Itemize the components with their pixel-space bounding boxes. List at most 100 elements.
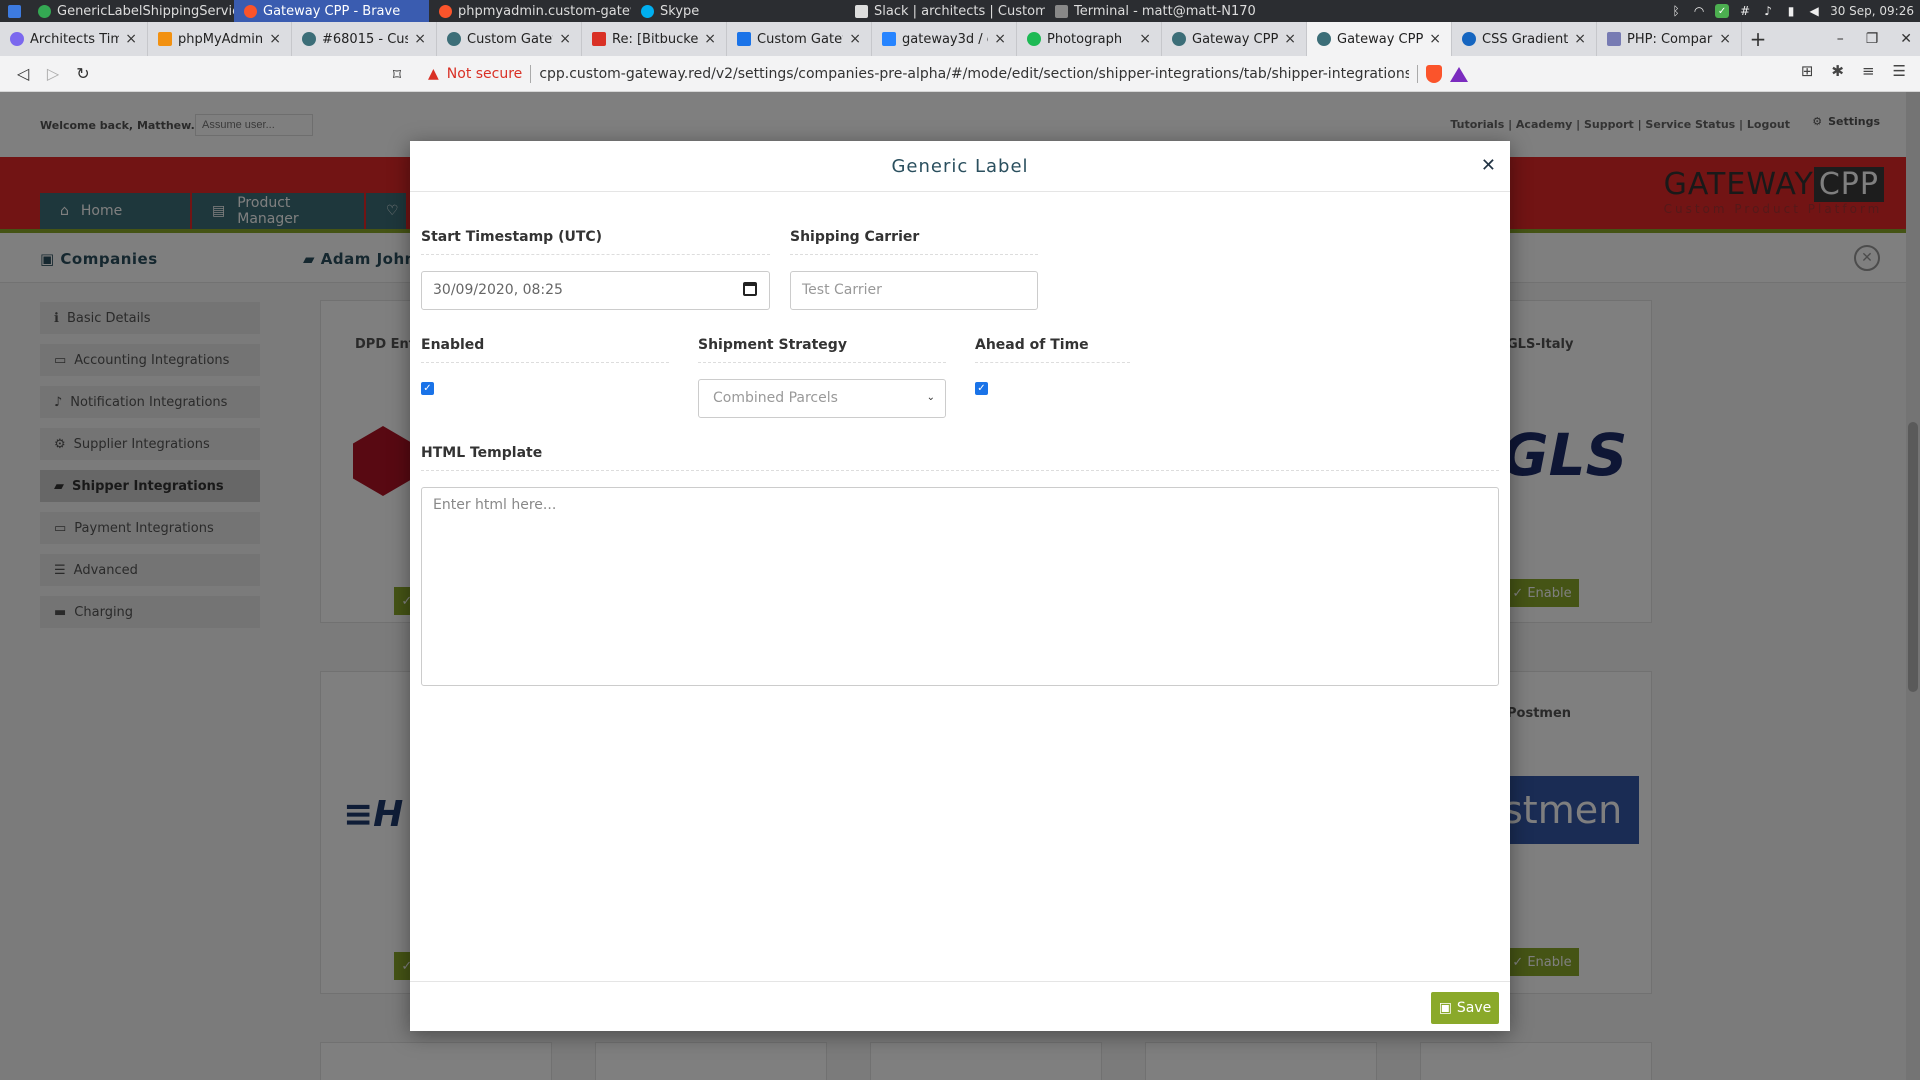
bell-icon[interactable]: ♪ xyxy=(1761,4,1775,18)
forward-button[interactable]: ▷ xyxy=(38,59,68,89)
tab-label: Custom Gatewa xyxy=(467,31,553,47)
warning-icon: ▲ xyxy=(428,66,439,82)
save-button[interactable]: ▣ Save xyxy=(1431,992,1499,1024)
slack-tray-icon[interactable]: # xyxy=(1738,4,1752,18)
url-text[interactable]: cpp.custom-gateway.red/v2/settings/compa… xyxy=(539,66,1409,82)
terminal-icon xyxy=(1055,4,1068,18)
tab-close-icon[interactable]: × xyxy=(1719,31,1731,47)
browser-tab[interactable]: Custom Gatewa × xyxy=(727,22,872,56)
tab-close-icon[interactable]: × xyxy=(269,31,281,47)
minimize-icon[interactable]: – xyxy=(1837,31,1844,47)
playlist-icon[interactable]: ≡ xyxy=(1862,62,1875,80)
task-item[interactable]: phpmyadmin.custom-gatew... xyxy=(429,0,631,22)
start-timestamp-input[interactable]: 30/09/2020, 08:25 xyxy=(421,271,770,310)
task-item[interactable]: Skype xyxy=(631,0,845,22)
task-item[interactable]: Terminal - matt@matt-N170... xyxy=(1045,0,1255,22)
browser-tab[interactable]: phpMyAdmin × xyxy=(148,22,292,56)
window-controls: – ❐ ✕ xyxy=(1837,22,1912,56)
tab-label: phpMyAdmin xyxy=(178,31,264,47)
task-item-active[interactable]: Gateway CPP - Brave xyxy=(234,0,429,22)
slack-icon xyxy=(855,4,868,18)
volume-icon[interactable]: ◀ xyxy=(1807,4,1821,18)
separator xyxy=(1417,65,1419,83)
tab-close-icon[interactable]: × xyxy=(849,31,861,47)
favicon-icon xyxy=(1462,32,1476,46)
generic-label-modal: Generic Label ✕ Start Timestamp (UTC) 30… xyxy=(410,141,1510,1031)
calendar-icon[interactable] xyxy=(743,282,757,296)
tab-close-icon[interactable]: × xyxy=(1574,31,1586,47)
save-label: Save xyxy=(1456,1000,1492,1016)
browser-tab[interactable]: gateway3d / ep × xyxy=(872,22,1017,56)
close-window-icon[interactable]: ✕ xyxy=(1900,31,1912,47)
task-label: Gateway CPP - Brave xyxy=(263,3,401,19)
tab-label: Re: [Bitbucket] I xyxy=(612,31,699,47)
tab-label: Custom Gatewa xyxy=(757,31,843,47)
browser-tab[interactable]: #68015 - Custo × xyxy=(292,22,437,56)
brave-shield-icon[interactable] xyxy=(1426,65,1443,83)
task-item[interactable]: GenericLabelShippingServic... xyxy=(28,0,234,22)
browser-tab[interactable]: Architects Time × xyxy=(0,22,148,56)
puzzle-icon[interactable]: ✱ xyxy=(1831,62,1844,80)
shipping-carrier-input[interactable]: Test Carrier xyxy=(790,271,1038,310)
bitbucket-icon xyxy=(882,32,896,46)
tab-close-icon[interactable]: × xyxy=(125,31,137,47)
calendar-icon xyxy=(737,32,751,46)
tab-close-icon[interactable]: × xyxy=(704,31,716,47)
address-bar[interactable]: ▲ Not secure cpp.custom-gateway.red/v2/s… xyxy=(428,60,1528,88)
menu-icon[interactable]: ☰ xyxy=(1893,62,1906,80)
not-secure-label: Not secure xyxy=(446,66,523,82)
tab-close-icon[interactable]: × xyxy=(559,31,571,47)
favicon-icon xyxy=(10,32,24,46)
tab-close-icon[interactable]: × xyxy=(1139,31,1151,47)
browser-tab[interactable]: Gateway CPP × xyxy=(1162,22,1307,56)
enabled-label: Enabled xyxy=(421,337,669,363)
html-template-label: HTML Template xyxy=(421,445,1499,471)
tab-close-icon[interactable]: × xyxy=(1284,31,1296,47)
wifi-icon[interactable]: ◠ xyxy=(1692,4,1706,18)
reload-button[interactable]: ↻ xyxy=(68,59,98,89)
browser-tab[interactable]: Re: [Bitbucket] I × xyxy=(582,22,727,56)
shipment-strategy-select[interactable]: Combined Parcels ⌄ xyxy=(698,379,946,418)
app-icon xyxy=(38,4,51,18)
browser-tab[interactable]: CSS Gradient — × xyxy=(1452,22,1597,56)
browser-tab-bar: Architects Time × phpMyAdmin × #68015 - Cu… xyxy=(0,22,1920,56)
tab-close-icon[interactable]: × xyxy=(994,31,1006,47)
start-timestamp-value: 30/09/2020, 08:25 xyxy=(433,282,563,298)
task-label: GenericLabelShippingServic... xyxy=(57,3,234,19)
tab-label: Gateway CPP xyxy=(1337,31,1424,47)
os-taskbar: GenericLabelShippingServic... Gateway CP… xyxy=(0,0,1920,22)
translate-icon[interactable]: ⊞ xyxy=(1801,62,1814,80)
bookmark-icon[interactable]: ⌑ xyxy=(382,59,412,89)
check-icon[interactable]: ✓ xyxy=(1715,4,1730,18)
task-item[interactable]: Slack | architects | Custom ... xyxy=(845,0,1045,22)
browser-tab[interactable]: Custom Gatewa × xyxy=(437,22,582,56)
battery-icon[interactable]: ▮ xyxy=(1784,4,1798,18)
browser-toolbar: ◁ ▷ ↻ ⌑ ▲ Not secure cpp.custom-gateway.… xyxy=(0,56,1920,92)
os-menu-button[interactable] xyxy=(0,0,28,22)
tab-label: Gateway CPP xyxy=(1192,31,1279,47)
close-icon[interactable]: ✕ xyxy=(1481,155,1496,176)
html-template-textarea[interactable]: Enter html here... xyxy=(421,487,1499,686)
gmail-icon xyxy=(592,32,606,46)
tab-close-icon[interactable]: × xyxy=(414,31,426,47)
browser-tab[interactable]: PHP: Comparis × xyxy=(1597,22,1742,56)
modal-footer: ▣ Save xyxy=(410,981,1510,1031)
back-button[interactable]: ◁ xyxy=(8,59,38,89)
tab-label: Photograph xyxy=(1047,31,1123,47)
browser-tab[interactable]: Photograph × xyxy=(1017,22,1162,56)
ahead-of-time-label: Ahead of Time xyxy=(975,337,1130,363)
new-tab-button[interactable]: + xyxy=(1742,22,1774,56)
modal-header: Generic Label ✕ xyxy=(410,141,1510,192)
tab-label: gateway3d / ep xyxy=(902,31,988,47)
tab-label: #68015 - Custo xyxy=(322,31,408,47)
enabled-checkbox[interactable]: ✓ xyxy=(421,382,434,395)
tab-close-icon[interactable]: × xyxy=(1429,31,1441,47)
ahead-of-time-checkbox[interactable]: ✓ xyxy=(975,382,988,395)
clock[interactable]: 30 Sep, 09:26 xyxy=(1830,4,1914,18)
brave-rewards-icon[interactable] xyxy=(1450,66,1469,82)
bluetooth-icon[interactable]: ᛒ xyxy=(1669,4,1683,18)
restore-icon[interactable]: ❐ xyxy=(1866,31,1879,47)
start-timestamp-label: Start Timestamp (UTC) xyxy=(421,229,770,255)
browser-tab-active[interactable]: Gateway CPP × xyxy=(1307,22,1452,56)
shipping-carrier-placeholder: Test Carrier xyxy=(802,282,882,298)
